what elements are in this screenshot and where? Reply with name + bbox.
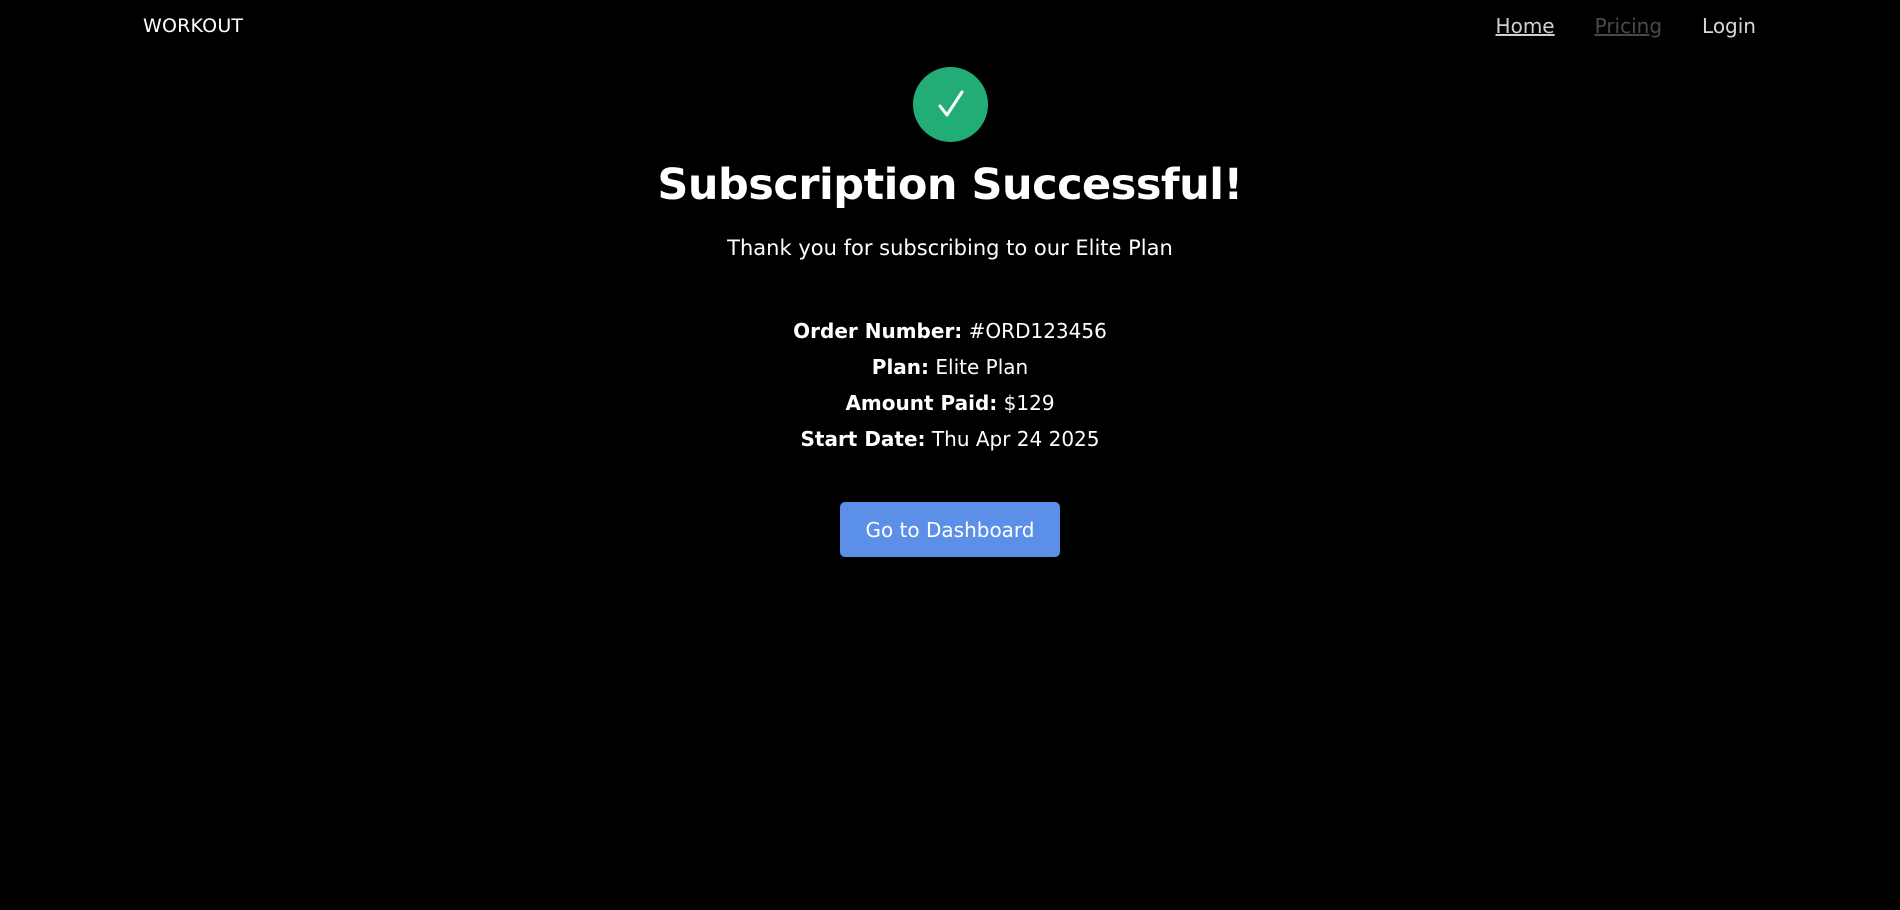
start-date-value: Thu Apr 24 2025 bbox=[931, 427, 1100, 451]
amount-paid-label: Amount Paid: bbox=[845, 391, 998, 415]
nav-links: Home Pricing Login bbox=[1496, 14, 1756, 38]
order-number-row: Order Number: #ORD123456 bbox=[0, 313, 1900, 349]
success-badge bbox=[913, 67, 988, 142]
page-subtitle: Thank you for subscribing to our Elite P… bbox=[727, 236, 1173, 260]
order-details: Order Number: #ORD123456 Plan: Elite Pla… bbox=[0, 313, 1900, 457]
plan-value: Elite Plan bbox=[935, 355, 1029, 379]
start-date-row: Start Date: Thu Apr 24 2025 bbox=[0, 421, 1900, 457]
nav-link-pricing[interactable]: Pricing bbox=[1595, 14, 1662, 38]
amount-paid-value: $129 bbox=[1003, 391, 1055, 415]
plan-label: Plan: bbox=[871, 355, 930, 379]
navbar: WORKOUT Home Pricing Login bbox=[0, 0, 1900, 54]
order-number-value: #ORD123456 bbox=[968, 319, 1107, 343]
go-to-dashboard-button[interactable]: Go to Dashboard bbox=[840, 502, 1060, 557]
amount-paid-row: Amount Paid: $129 bbox=[0, 385, 1900, 421]
plan-row: Plan: Elite Plan bbox=[0, 349, 1900, 385]
order-number-label: Order Number: bbox=[793, 319, 963, 343]
page-title: Subscription Successful! bbox=[657, 160, 1243, 210]
start-date-label: Start Date: bbox=[800, 427, 926, 451]
check-icon bbox=[938, 90, 963, 116]
nav-link-home[interactable]: Home bbox=[1496, 14, 1555, 38]
brand-logo[interactable]: WORKOUT bbox=[143, 15, 243, 37]
nav-link-login[interactable]: Login bbox=[1702, 14, 1756, 38]
